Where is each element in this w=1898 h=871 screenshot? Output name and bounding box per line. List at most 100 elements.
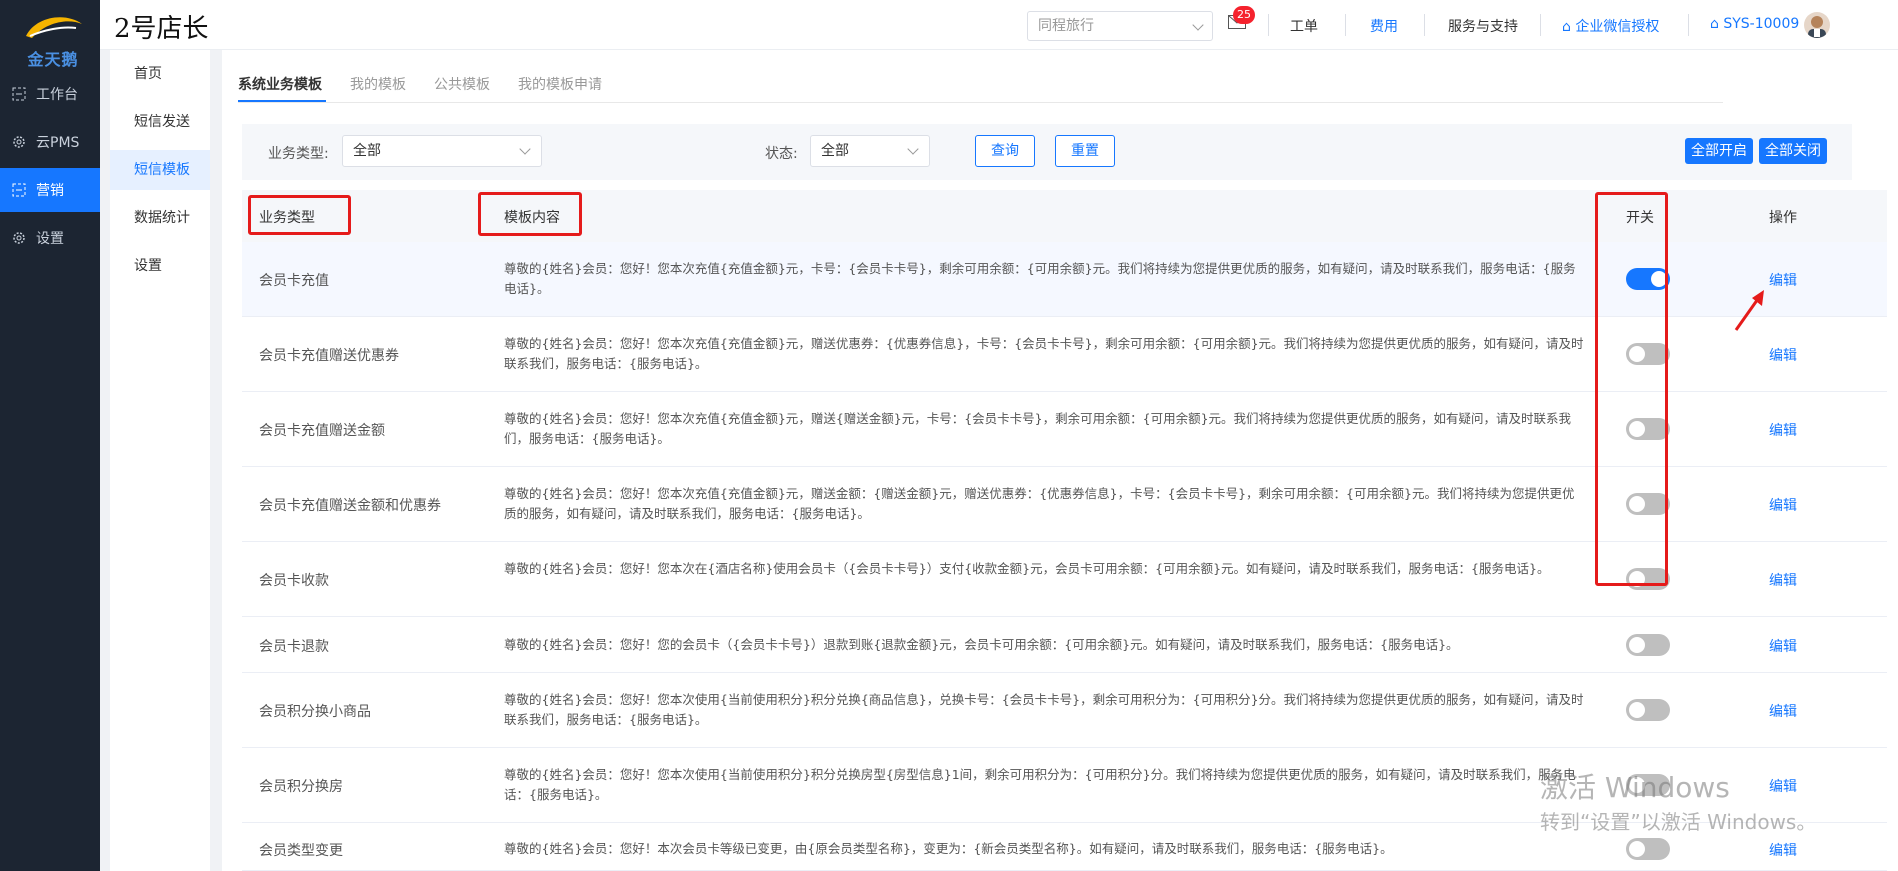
type-filter-select[interactable]: 全部 xyxy=(342,135,542,167)
row-business-type: 会员积分换小商品 xyxy=(259,704,371,720)
submenu-item-home[interactable]: 首页 xyxy=(110,54,210,94)
notification-badge: 25 xyxy=(1233,6,1255,24)
tab-divider xyxy=(238,102,1723,103)
header-divider xyxy=(1268,14,1269,36)
submenu-item-data-stats[interactable]: 数据统计 xyxy=(110,198,210,238)
disable-all-button[interactable]: 全部关闭 xyxy=(1759,138,1827,164)
type-filter-label: 业务类型: xyxy=(268,146,329,162)
main-sidebar: 金天鹅 工作台 云PMS 营销 设置 xyxy=(0,0,100,871)
secondary-menu: 首页 短信发送 短信模板 数据统计 设置 xyxy=(110,50,210,871)
avatar[interactable] xyxy=(1804,12,1830,38)
gear-icon xyxy=(12,135,26,149)
row-business-type: 会员积分换房 xyxy=(259,779,343,795)
tab-my-applications[interactable]: 我的模板申请 xyxy=(518,74,602,94)
edit-link[interactable]: 编辑 xyxy=(1769,495,1797,515)
template-switch[interactable] xyxy=(1626,838,1670,860)
status-filter-value: 全部 xyxy=(821,143,849,159)
rail-item-settings[interactable]: 设置 xyxy=(0,216,100,260)
row-template-content: 尊敬的{姓名}会员：您好！您本次充值{充值金额}元，赠送金额：{赠送金额}元，赠… xyxy=(504,486,1575,521)
template-switch[interactable] xyxy=(1626,699,1670,721)
submenu-item-sms-template[interactable]: 短信模板 xyxy=(110,150,210,190)
service-support-link[interactable]: 服务与支持 xyxy=(1448,16,1518,36)
header-divider xyxy=(1345,14,1346,36)
row-business-type: 会员类型变更 xyxy=(259,843,343,859)
edit-link[interactable]: 编辑 xyxy=(1769,570,1797,590)
header-divider xyxy=(1688,14,1689,36)
edit-link[interactable]: 编辑 xyxy=(1769,345,1797,365)
person-icon: ⌂ xyxy=(1562,19,1571,35)
workbench-icon xyxy=(12,87,26,101)
row-business-type: 会员卡充值 xyxy=(259,273,329,289)
edit-link[interactable]: 编辑 xyxy=(1769,840,1797,860)
row-business-type: 会员卡充值赠送优惠券 xyxy=(259,348,399,364)
store-title: 2号店长 xyxy=(114,14,209,44)
rail-item-label: 工作台 xyxy=(36,87,78,103)
swan-logo-icon xyxy=(26,17,82,38)
person-icon: ⌂ xyxy=(1710,16,1719,32)
status-filter-select[interactable]: 全部 xyxy=(810,135,930,167)
reset-button[interactable]: 重置 xyxy=(1055,135,1115,167)
wecom-auth-label: 企业微信授权 xyxy=(1575,19,1660,35)
chevron-down-icon xyxy=(907,143,919,155)
hotel-select[interactable]: 同程旅行 xyxy=(1027,11,1213,41)
gear-icon xyxy=(12,231,26,245)
edit-link[interactable]: 编辑 xyxy=(1769,636,1797,656)
tab-public-templates[interactable]: 公共模板 xyxy=(434,74,490,94)
row-template-content: 尊敬的{姓名}会员：您好！您本次充值{充值金额}元，卡号：{会员卡卡号}，剩余可… xyxy=(504,261,1576,296)
fee-link[interactable]: 费用 xyxy=(1370,16,1398,36)
header-divider xyxy=(1540,14,1541,36)
hotel-select-placeholder: 同程旅行 xyxy=(1038,18,1094,34)
header-divider xyxy=(1424,14,1425,36)
submenu-item-settings[interactable]: 设置 xyxy=(110,246,210,286)
chevron-down-icon xyxy=(519,143,531,155)
table-row: 会员卡退款 尊敬的{姓名}会员：您好！您的会员卡（{会员卡卡号}）退款到账{退款… xyxy=(242,617,1887,673)
annotation-box-business-type xyxy=(248,195,351,235)
enable-all-button[interactable]: 全部开启 xyxy=(1685,138,1753,164)
type-filter-value: 全部 xyxy=(353,143,381,159)
table-row: 会员积分换小商品 尊敬的{姓名}会员：您好！您本次使用{当前使用积分}积分兑换{… xyxy=(242,673,1887,748)
row-business-type: 会员卡充值赠送金额 xyxy=(259,423,385,439)
rail-item-label: 云PMS xyxy=(36,135,80,151)
row-template-content: 尊敬的{姓名}会员：您好！您本次使用{当前使用积分}积分兑换{商品信息}，兑换卡… xyxy=(504,692,1584,727)
tab-my-templates[interactable]: 我的模板 xyxy=(350,74,406,94)
user-account-label: SYS-10009 xyxy=(1723,16,1800,32)
marketing-icon xyxy=(12,183,26,197)
edit-link[interactable]: 编辑 xyxy=(1769,701,1797,721)
user-account-link[interactable]: ⌂ SYS-10009 xyxy=(1710,16,1799,32)
chevron-down-icon xyxy=(1192,19,1204,31)
row-template-content: 尊敬的{姓名}会员：您好！您本次充值{充值金额}元，赠送{赠送金额}元，卡号：{… xyxy=(504,411,1572,446)
row-template-content: 尊敬的{姓名}会员：您好！您本次在{酒店名称}使用会员卡（{会员卡卡号}）支付{… xyxy=(504,561,1550,576)
row-template-content: 尊敬的{姓名}会员：您好！本次会员卡等级已变更，由{原会员类型名称}，变更为：{… xyxy=(504,841,1393,856)
header-action: 操作 xyxy=(1769,210,1797,226)
windows-activation-watermark: 激活 Windows xyxy=(1540,771,1730,804)
rail-item-marketing[interactable]: 营销 xyxy=(0,168,100,212)
row-template-content: 尊敬的{姓名}会员：您好！您本次使用{当前使用积分}积分兑换房型{房型信息}1间… xyxy=(504,767,1576,802)
brand-logo[interactable]: 金天鹅 xyxy=(18,6,88,69)
rail-item-label: 营销 xyxy=(36,183,64,199)
annotation-box-template-content xyxy=(478,192,582,236)
row-template-content: 尊敬的{姓名}会员：您好！您本次充值{充值金额}元，赠送优惠券：{优惠券信息}，… xyxy=(504,336,1584,371)
status-filter-label: 状态: xyxy=(765,146,798,162)
top-header: 2号店长 同程旅行 25 工单 费用 服务与支持 ⌂ 企业微信授权 ⌂ SYS-… xyxy=(100,0,1898,50)
annotation-box-switch-column xyxy=(1595,192,1668,586)
submenu-item-sms-send[interactable]: 短信发送 xyxy=(110,102,210,142)
wecom-auth-link[interactable]: ⌂ 企业微信授权 xyxy=(1562,16,1659,36)
brand-logo-text: 金天鹅 xyxy=(27,50,79,69)
row-template-content: 尊敬的{姓名}会员：您好！您的会员卡（{会员卡卡号}）退款到账{退款金额}元，会… xyxy=(504,637,1459,652)
row-business-type: 会员卡收款 xyxy=(259,573,329,589)
row-business-type: 会员卡退款 xyxy=(259,639,329,655)
ticket-link[interactable]: 工单 xyxy=(1290,16,1318,36)
annotation-arrow-icon xyxy=(1734,290,1764,331)
query-button[interactable]: 查询 xyxy=(975,135,1035,167)
edit-link[interactable]: 编辑 xyxy=(1769,270,1797,290)
filter-bar: 业务类型: 全部 状态: 全部 查询 重置 全部开启 全部关闭 xyxy=(242,124,1852,180)
tab-system-templates[interactable]: 系统业务模板 xyxy=(238,74,322,94)
edit-link[interactable]: 编辑 xyxy=(1769,776,1797,796)
rail-item-workbench[interactable]: 工作台 xyxy=(0,72,100,116)
row-business-type: 会员卡充值赠送金额和优惠券 xyxy=(259,498,441,514)
windows-activation-hint: 转到“设置”以激活 Windows。 xyxy=(1540,810,1817,834)
edit-link[interactable]: 编辑 xyxy=(1769,420,1797,440)
rail-item-label: 设置 xyxy=(36,231,64,247)
rail-item-cloud-pms[interactable]: 云PMS xyxy=(0,120,100,164)
template-switch[interactable] xyxy=(1626,634,1670,656)
